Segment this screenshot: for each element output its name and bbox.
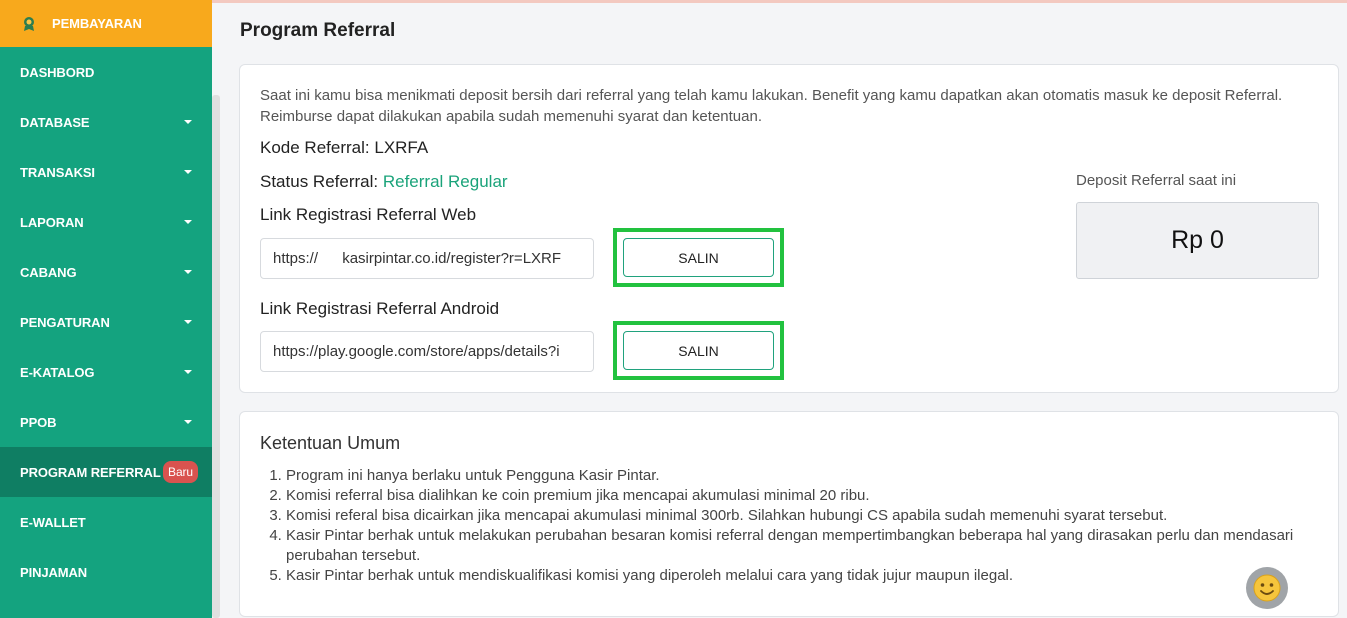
terms-list: Program ini hanya berlaku untuk Pengguna… (286, 466, 1326, 586)
sidebar: PEMBAYARAN DASHBORD DATABASE TRANSAKSI LAPO… (0, 0, 212, 618)
chat-smiley-button[interactable] (1246, 567, 1288, 609)
sidebar-item-label: PENGATURAN (20, 314, 110, 330)
referral-code-label: Kode Referral: (260, 138, 370, 157)
sidebar-item-pembayaran[interactable]: PEMBAYARAN (0, 0, 212, 47)
sidebar-item-program-referral[interactable]: PROGRAM REFERRAL Baru (0, 447, 212, 497)
chevron-down-icon (184, 270, 192, 274)
sidebar-item-pengaturan[interactable]: PENGATURAN (0, 297, 212, 347)
terms-item: Kasir Pintar berhak untuk mendiskualifik… (286, 566, 1326, 586)
referral-code-value: LXRFA (374, 138, 429, 157)
terms-item: Komisi referal bisa dicairkan jika menca… (286, 506, 1326, 526)
sidebar-item-e-katalog[interactable]: E-KATALOG (0, 347, 212, 397)
smiley-icon (1253, 574, 1281, 602)
android-link-label: Link Registrasi Referral Android (260, 299, 500, 318)
web-link-input[interactable] (260, 238, 594, 279)
sidebar-item-transaksi[interactable]: TRANSAKSI (0, 147, 212, 197)
android-link-input[interactable] (260, 331, 594, 372)
page-title: Program Referral (240, 20, 396, 41)
sidebar-scrollbar[interactable] (212, 95, 220, 618)
terms-card: Ketentuan Umum Program ini hanya berlaku… (239, 411, 1339, 617)
chevron-down-icon (184, 220, 192, 224)
copy-android-link-button[interactable]: SALIN (623, 331, 774, 370)
sidebar-item-e-wallet[interactable]: E-WALLET (0, 497, 212, 547)
sidebar-item-label: E-WALLET (20, 514, 86, 530)
referral-card: Saat ini kamu bisa menikmati deposit ber… (239, 64, 1339, 393)
sidebar-item-label: DATABASE (20, 114, 90, 130)
referral-code: Kode Referral: LXRFA (260, 138, 428, 158)
terms-item: Kasir Pintar berhak untuk melakukan peru… (286, 526, 1326, 566)
sidebar-item-pinjaman[interactable]: PINJAMAN (0, 547, 212, 597)
sidebar-item-label: E-KATALOG (20, 364, 95, 380)
sidebar-item-label: TRANSAKSI (20, 164, 95, 180)
payment-icon (20, 15, 38, 33)
terms-title: Ketentuan Umum (260, 433, 401, 453)
chevron-down-icon (184, 170, 192, 174)
new-badge: Baru (163, 461, 198, 483)
sidebar-item-laporan[interactable]: LAPORAN (0, 197, 212, 247)
web-link-label: Link Registrasi Referral Web (260, 205, 477, 224)
copy-web-link-button[interactable]: SALIN (623, 238, 774, 277)
chevron-down-icon (184, 420, 192, 424)
chevron-down-icon (184, 370, 192, 374)
sidebar-item-dashbord[interactable]: DASHBORD (0, 47, 212, 97)
chevron-down-icon (184, 120, 192, 124)
sidebar-item-database[interactable]: DATABASE (0, 97, 212, 147)
terms-item: Program ini hanya berlaku untuk Pengguna… (286, 466, 1326, 486)
deposit-label: Deposit Referral saat ini (1076, 172, 1237, 189)
sidebar-item-label: CABANG (20, 264, 77, 280)
referral-status-label: Status Referral: (260, 172, 379, 191)
sidebar-item-label: DASHBORD (20, 64, 95, 80)
referral-status-value: Referral Regular (382, 172, 508, 191)
sidebar-item-label: PPOB (20, 414, 57, 430)
deposit-value: Rp 0 (1076, 202, 1319, 279)
sidebar-item-label: PEMBAYARAN (52, 16, 142, 31)
sidebar-item-ppob[interactable]: PPOB (0, 397, 212, 447)
sidebar-item-label: PINJAMAN (20, 564, 88, 580)
terms-item: Komisi referral bisa dialihkan ke coin p… (286, 486, 1326, 506)
referral-description: Saat ini kamu bisa menikmati deposit ber… (260, 87, 1283, 125)
chevron-down-icon (184, 320, 192, 324)
sidebar-item-label: PROGRAM REFERRAL (20, 464, 161, 480)
referral-status: Status Referral: Referral Regular (260, 172, 508, 192)
sidebar-item-cabang[interactable]: CABANG (0, 247, 212, 297)
sidebar-item-label: LAPORAN (20, 214, 84, 230)
